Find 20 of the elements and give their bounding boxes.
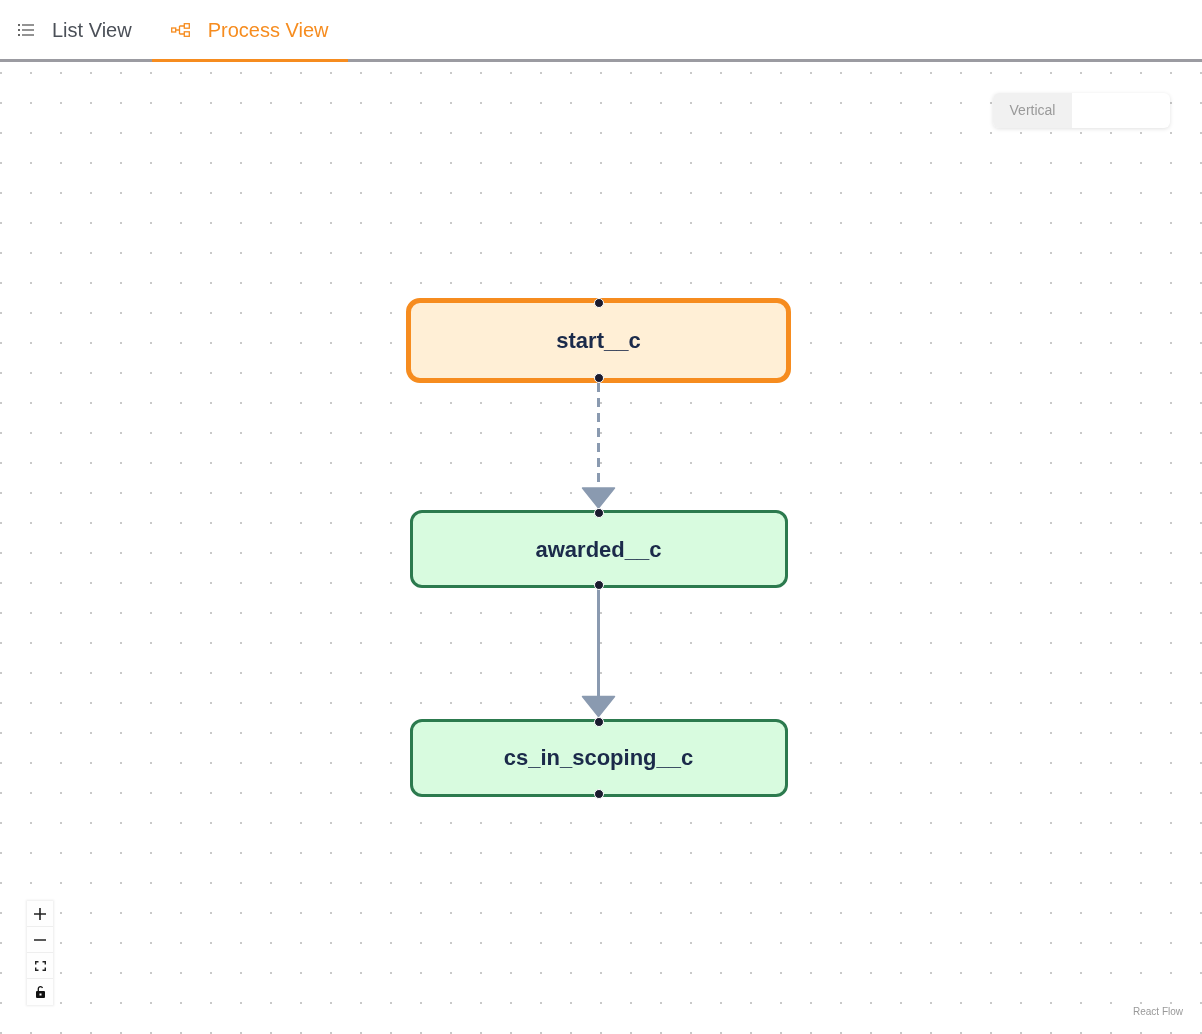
view-tab[interactable]: List View xyxy=(0,0,152,62)
connection-handle[interactable] xyxy=(593,373,604,383)
minus-icon xyxy=(34,938,46,941)
lock-button[interactable] xyxy=(27,979,53,1005)
flow-node[interactable]: cs_in_scoping__c xyxy=(409,718,788,797)
connection-handle[interactable] xyxy=(593,508,604,518)
connection-handle[interactable] xyxy=(593,788,604,799)
flow-node[interactable]: awarded__c xyxy=(409,510,788,588)
connection-handle[interactable] xyxy=(593,580,604,590)
zoom-out-button[interactable] xyxy=(27,927,53,953)
connection-handle[interactable] xyxy=(593,298,604,308)
corners-icon xyxy=(34,960,46,971)
hierarchy-icon xyxy=(170,22,190,37)
padlock-icon xyxy=(35,986,45,998)
fit-view-button[interactable] xyxy=(27,953,53,979)
plus-icon xyxy=(34,907,46,920)
flow-node[interactable]: start__c xyxy=(406,298,791,383)
connection-handle[interactable] xyxy=(593,716,604,727)
list-icon xyxy=(18,23,34,36)
zoom-in-button[interactable] xyxy=(27,901,53,927)
